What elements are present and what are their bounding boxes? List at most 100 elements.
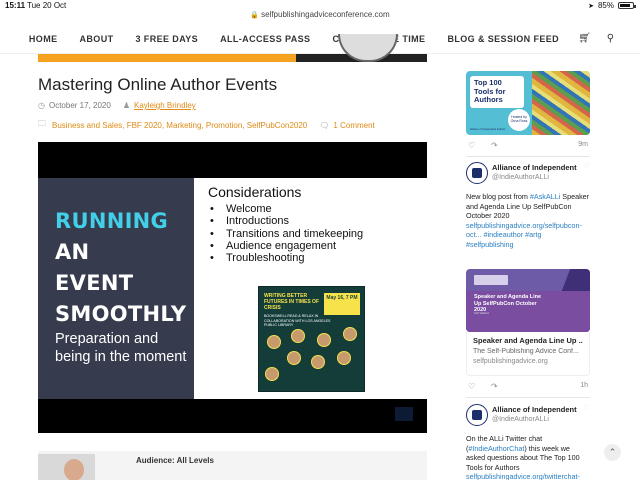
hashtag-link[interactable]: #IndieAuthorChat — [468, 444, 524, 453]
tweet-author-name[interactable]: Alliance of Independent Au — [492, 163, 578, 172]
twitter-bird-icon: ♡ — [583, 163, 590, 170]
speaker-photo — [317, 333, 331, 347]
slide-heading-event: EVENT — [55, 271, 134, 295]
speaker-photo — [337, 351, 351, 365]
cart-icon[interactable]: 🛒︎ — [570, 33, 599, 44]
post-categories[interactable]: Business and Sales, FBF 2020, Marketing,… — [52, 121, 307, 130]
link-preview-card[interactable]: Speaker and Agenda Line Up ... The Self-… — [466, 332, 590, 376]
folder-icon: 🗀︎ — [38, 119, 46, 128]
tweet-author-handle[interactable]: @IndieAuthorALLi — [492, 174, 549, 181]
considerations-item: Welcome — [210, 203, 363, 215]
alli-avatar[interactable] — [466, 162, 488, 184]
lock-icon: 🔒 — [250, 12, 260, 19]
pencils-background — [532, 71, 590, 135]
scroll-to-top-button[interactable]: ⌃ — [604, 444, 621, 461]
considerations-item: Troubleshooting — [210, 252, 363, 264]
speaker-photo — [291, 329, 305, 343]
slide-heading-running: RUNNING — [55, 209, 169, 233]
alli-logo — [474, 275, 508, 285]
tweet-divider — [466, 397, 590, 398]
tweet-timestamp[interactable]: 1h — [580, 382, 588, 389]
event-poster-image: WRITING BETTER FUTURES IN TIMES OF CRISI… — [258, 286, 365, 392]
battery-percent: 85% — [597, 1, 614, 10]
main-nav: HOME ABOUT 3 FREE DAYS ALL-ACCESS PASS C… — [0, 24, 640, 54]
slide-heading-smoothly: SMOOTHLY — [55, 302, 187, 326]
speaker-avatar — [38, 454, 95, 480]
considerations-item: Audience engagement — [210, 240, 363, 252]
status-right: ➤ 85% — [588, 1, 636, 10]
chevron-up-icon: ⌃ — [608, 447, 617, 457]
nav-3-free-days[interactable]: 3 FREE DAYS — [125, 34, 210, 44]
considerations-list: Welcome Introductions Transitions and ti… — [210, 203, 363, 264]
tweet-image-top-100-tools[interactable]: Top 100 Tools for Authors Hosted by Orna… — [466, 71, 590, 135]
link-preview-url: selfpublishingadvice.org — [473, 358, 548, 365]
considerations-title: Considerations — [208, 184, 302, 200]
feed-top-edge — [466, 54, 590, 66]
strip-orange-band — [38, 54, 296, 62]
alli-avatar[interactable] — [466, 404, 488, 426]
comment-icon: 🗨︎ — [319, 120, 330, 130]
slide-heading-an: AN — [55, 240, 90, 264]
slide: RUNNING AN EVENT SMOOTHLY Preparation an… — [38, 178, 427, 399]
poster-date: May 16, 7 PM — [324, 293, 360, 315]
post-comments-link[interactable]: 1 Comment — [333, 121, 374, 130]
user-icon: ♟ — [122, 101, 130, 110]
status-bar: 15:11 Tue 20 Oct 🔒 selfpublishingadviceco… — [0, 0, 640, 19]
slide-heading: RUNNING AN EVENT SMOOTHLY — [55, 206, 194, 330]
strip-circle-shape — [338, 34, 398, 62]
search-icon[interactable]: ⚲ — [599, 33, 622, 44]
alli-logo-badge — [395, 407, 413, 421]
like-icon[interactable]: ♡ — [468, 141, 475, 150]
twitter-feed-sidebar: Top 100 Tools for Authors Hosted by Orna… — [466, 54, 590, 480]
battery-icon — [618, 2, 636, 9]
audience-level: Audience: All Levels — [136, 456, 214, 465]
link-preview-title: Speaker and Agenda Line Up ... — [473, 336, 583, 345]
tweet-actions: ♡ ↷ 9m — [468, 141, 588, 151]
post-author-link[interactable]: Kayleigh Brindley — [134, 101, 196, 110]
tweet-image-small-text: KAYLEIGH — [474, 311, 489, 315]
featured-image: RUNNING AN EVENT SMOOTHLY Preparation an… — [38, 142, 427, 433]
previous-image-strip — [38, 34, 427, 62]
nav-blog-session-feed[interactable]: BLOG & SESSION FEED — [436, 34, 570, 44]
tweet-text: On the ALLi Twitter chat (#IndieAuthorCh… — [466, 434, 590, 480]
tweet-author-handle[interactable]: @IndieAuthorALLi — [492, 416, 549, 423]
tweet-actions: ♡ ↷ 1h — [468, 382, 588, 392]
tweet-text-part: New blog post from — [466, 192, 530, 201]
link-preview-description: The Self-Publishing Advice Conf... — [473, 348, 579, 355]
tweet-image-footer: Alliance of Independent Authors — [470, 127, 506, 131]
post-date: October 17, 2020 — [48, 101, 111, 110]
tweet-link[interactable]: selfpublishingadvice.org/selfpubcon-oct.… — [466, 221, 582, 249]
share-icon[interactable]: ↷ — [491, 382, 498, 391]
considerations-item: Introductions — [210, 215, 363, 227]
tweet-link[interactable]: selfpublishingadvice.org/twitterchat-th.… — [466, 472, 580, 480]
tweet-divider — [466, 156, 590, 157]
address-url: selfpublishingadviceconference.com — [261, 10, 390, 19]
like-icon[interactable]: ♡ — [468, 382, 475, 391]
tweet-image-label: Top 100 Tools for Authors — [470, 76, 524, 108]
post-meta-date-author: ◷ October 17, 2020 ♟ Kayleigh Brindley — [38, 101, 196, 110]
location-icon: ➤ — [588, 2, 594, 10]
speaker-photo — [343, 327, 357, 341]
speaker-photo — [311, 355, 325, 369]
poster-subtext: BOOKSWELL READ & RELAX IN COLLABORATION … — [264, 314, 331, 327]
hashtag-link[interactable]: #AskALLi — [530, 192, 560, 201]
address-bar[interactable]: 🔒 selfpublishingadviceconference.com — [0, 10, 640, 19]
session-info-box: Audience: All Levels — [38, 451, 427, 480]
nav-all-access-pass[interactable]: ALL-ACCESS PASS — [209, 34, 321, 44]
tweet-image-speaker-lineup[interactable]: Speaker and Agenda Line Up SelfPubCon Oc… — [466, 269, 590, 332]
share-icon[interactable]: ↷ — [491, 141, 498, 150]
slide-subtext: Preparation and being in the moment — [55, 331, 187, 365]
considerations-item: Transitions and timekeeping — [210, 228, 363, 240]
tweet-timestamp[interactable]: 9m — [578, 141, 588, 148]
nav-about[interactable]: ABOUT — [69, 34, 125, 44]
clock-icon: ◷ — [38, 101, 45, 110]
twitter-bird-icon: ♡ — [583, 405, 590, 412]
tweet-author-name[interactable]: Alliance of Independent Au — [492, 405, 578, 414]
nav-home[interactable]: HOME — [18, 34, 69, 44]
speaker-photo — [267, 335, 281, 349]
post-meta-categories: 🗀︎ Business and Sales, FBF 2020, Marketi… — [38, 118, 375, 132]
status-time: 15:11 — [5, 1, 26, 10]
speaker-photo — [287, 351, 301, 365]
tweet-text: New blog post from #AskALLi Speaker and … — [466, 192, 590, 249]
post-title: Mastering Online Author Events — [38, 75, 278, 94]
